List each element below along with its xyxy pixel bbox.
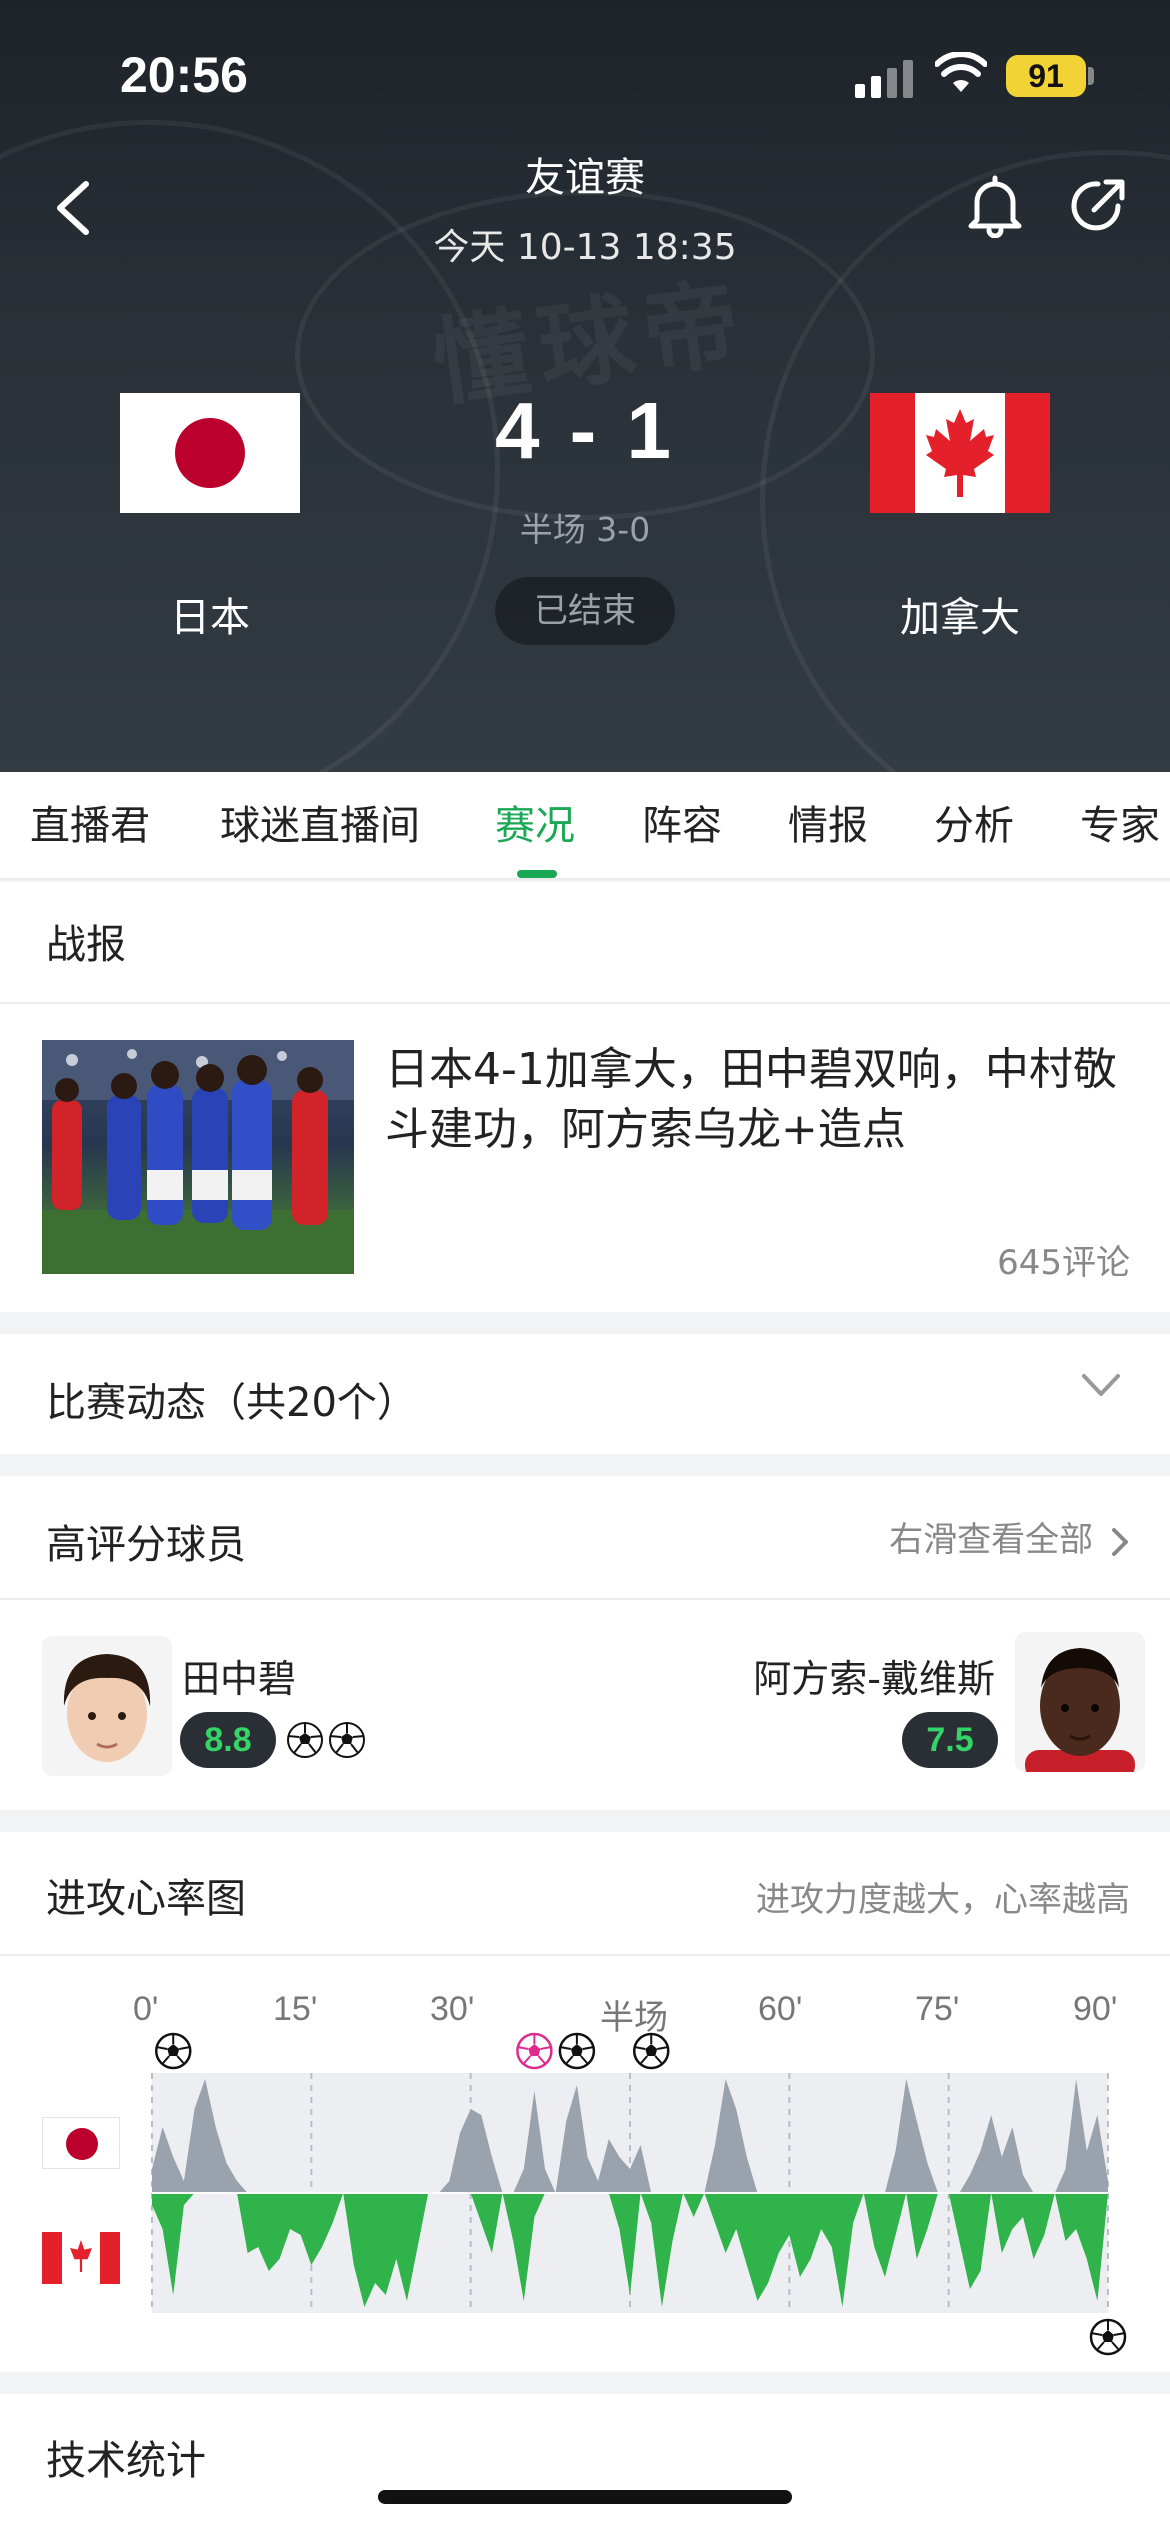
technical-stats-title: 技术统计	[46, 2438, 206, 2484]
wifi-icon	[935, 52, 987, 92]
tab-match-overview[interactable]: 赛况	[495, 772, 575, 880]
divider	[0, 1954, 1170, 1956]
match-report-title: 战报	[46, 922, 126, 968]
away-player-name[interactable]: 阿方索-戴维斯	[650, 1648, 995, 1703]
attack-heart-rate-note: 进攻力度越大，心率越高	[756, 1880, 1130, 1920]
back-button[interactable]	[50, 178, 96, 238]
news-comment-count[interactable]: 645评论	[900, 1235, 1130, 1284]
japan-flag-icon[interactable]	[120, 393, 300, 513]
home-team-name[interactable]: 日本	[70, 585, 350, 643]
match-score: 4 - 1	[494, 386, 676, 475]
competition-name: 友谊赛	[525, 155, 645, 201]
home-player-name[interactable]: 田中碧	[182, 1648, 296, 1703]
divider	[0, 1002, 1170, 1004]
home-player-rating: 8.8	[180, 1712, 276, 1768]
attack-heart-rate-title: 进攻心率图	[46, 1876, 246, 1922]
player-avatar-home[interactable]	[42, 1636, 172, 1776]
own-goal-event-icon	[516, 2032, 553, 2070]
canada-flag-icon[interactable]	[870, 393, 1050, 513]
player-avatar-away[interactable]	[1015, 1632, 1145, 1772]
halftime-score: 半场 3-0	[519, 510, 651, 549]
attack-heart-rate-chart	[151, 2032, 1127, 2356]
match-header: 懂球帝 20:56 91 友谊赛 今天 10-13 18:35 4 - 1 半场…	[0, 0, 1170, 772]
chevron-down-icon[interactable]	[1080, 1370, 1122, 1400]
tab-fan-live-room[interactable]: 球迷直播间	[220, 772, 420, 880]
active-tab-indicator	[517, 870, 557, 878]
cellular-signal-icon	[855, 58, 915, 98]
goal-event-icon	[558, 2032, 596, 2070]
home-indicator	[378, 2490, 792, 2504]
away-player-rating: 7.5	[902, 1712, 998, 1768]
goal-event-icon	[1089, 2318, 1127, 2356]
divider	[0, 1598, 1170, 1600]
tab-intel[interactable]: 情报	[788, 772, 868, 880]
news-headline[interactable]: 日本4-1加拿大，田中碧双响，中村敬斗建功，阿方索乌龙+造点	[385, 1040, 1125, 1160]
tab-lineup[interactable]: 阵容	[642, 772, 722, 880]
bell-icon[interactable]	[965, 174, 1025, 238]
football-goal-icon	[329, 1722, 365, 1758]
tab-live-host[interactable]: 直播君	[30, 772, 150, 880]
goal-event-icon	[154, 2032, 192, 2070]
top-rated-players-title: 高评分球员	[46, 1522, 246, 1568]
tab-experts[interactable]: 专家	[1080, 772, 1160, 880]
share-icon[interactable]	[1068, 176, 1128, 236]
view-all-label[interactable]: 右滑查看全部	[889, 1520, 1093, 1560]
battery-cap	[1088, 67, 1094, 85]
news-thumbnail-image[interactable]	[42, 1040, 354, 1274]
match-datetime: 今天 10-13 18:35	[433, 227, 737, 268]
battery-indicator: 91	[1006, 55, 1086, 97]
status-bar-time: 20:56	[120, 47, 248, 103]
chevron-right-icon[interactable]	[1110, 1526, 1130, 1558]
tab-bar: 直播君 球迷直播间 赛况 阵容 情报 分析 专家	[0, 772, 1170, 880]
goal-event-icon	[632, 2032, 670, 2070]
tab-analysis[interactable]: 分析	[934, 772, 1014, 880]
football-goal-icon	[287, 1722, 323, 1758]
match-events-title[interactable]: 比赛动态（共20个）	[46, 1370, 417, 1428]
away-team-name[interactable]: 加拿大	[820, 585, 1100, 643]
view-all-link[interactable]: 右滑查看全部	[830, 1512, 1130, 1561]
match-status-badge: 已结束	[495, 577, 675, 645]
